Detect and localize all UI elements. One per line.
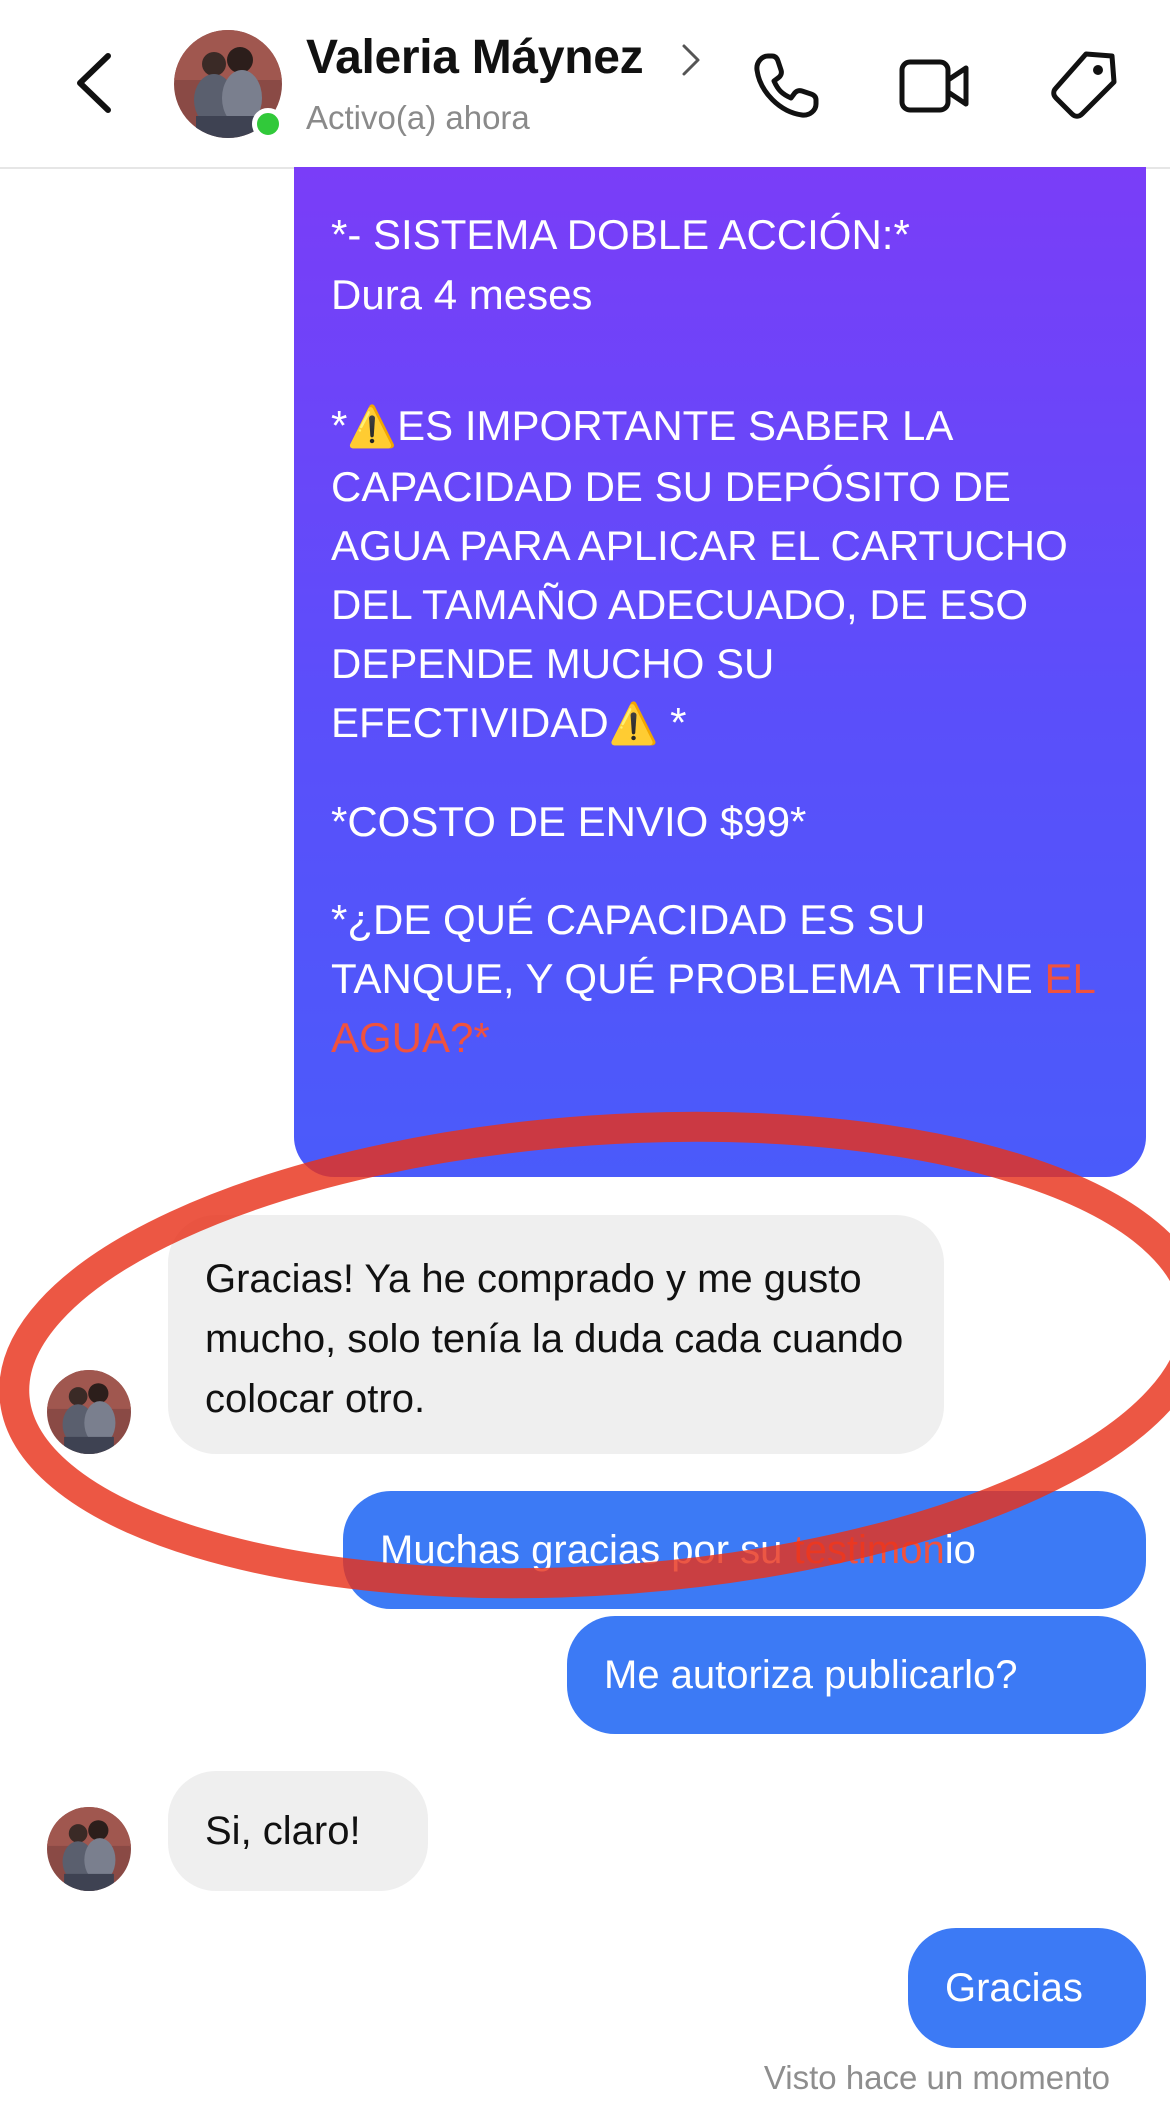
contact-status: Activo(a) ahora [306, 99, 530, 136]
tag-icon[interactable] [1046, 48, 1122, 124]
back-chevron-icon[interactable] [70, 48, 120, 118]
promo-line-system: *- SISTEMA DOBLE ACCIÓN:* [331, 211, 910, 258]
contact-avatar[interactable] [174, 30, 284, 140]
online-indicator [252, 108, 284, 140]
phone-icon[interactable] [748, 48, 824, 124]
seen-status: Visto hace un momento [763, 2059, 1110, 2096]
avatar-photo [47, 1370, 131, 1454]
contact-name[interactable]: Valeria Máynez [306, 30, 644, 85]
warning-icon: ⚠️ [347, 405, 398, 449]
outgoing-message-bubble[interactable]: Me autoriza publicarlo? [567, 1616, 1146, 1734]
promo-question: *¿DE QUÉ CAPACIDAD ES SU TANQUE, Y QUÉ P… [331, 896, 1095, 1061]
promo-warning-paragraph: *⚠️ES IMPORTANTE SABER LA CAPACIDAD DE S… [331, 402, 1068, 746]
promo-message-bubble[interactable]: *- SISTEMA DOBLE ACCIÓN:* Dura 4 meses *… [294, 167, 1146, 1177]
promo-shipping-cost: *COSTO DE ENVIO $99* [331, 798, 807, 845]
chevron-right-icon[interactable] [680, 42, 702, 78]
outgoing-message-bubble[interactable]: Muchas gracias por su testimonio [343, 1491, 1146, 1609]
incoming-message-bubble[interactable]: Gracias! Ya he comprado y me gusto mucho… [168, 1215, 944, 1454]
outgoing-message-bubble[interactable]: Gracias [908, 1928, 1146, 2048]
incoming-message-bubble[interactable]: Si, claro! [168, 1771, 428, 1891]
video-camera-icon[interactable] [896, 48, 972, 124]
sender-avatar[interactable] [47, 1370, 131, 1454]
avatar-photo [47, 1807, 131, 1891]
sender-avatar[interactable] [47, 1807, 131, 1891]
promo-line-duration: Dura 4 meses [331, 271, 593, 318]
warning-icon: ⚠️ [608, 702, 659, 746]
chat-header: Valeria Máynez Activo(a) ahora [0, 0, 1170, 169]
